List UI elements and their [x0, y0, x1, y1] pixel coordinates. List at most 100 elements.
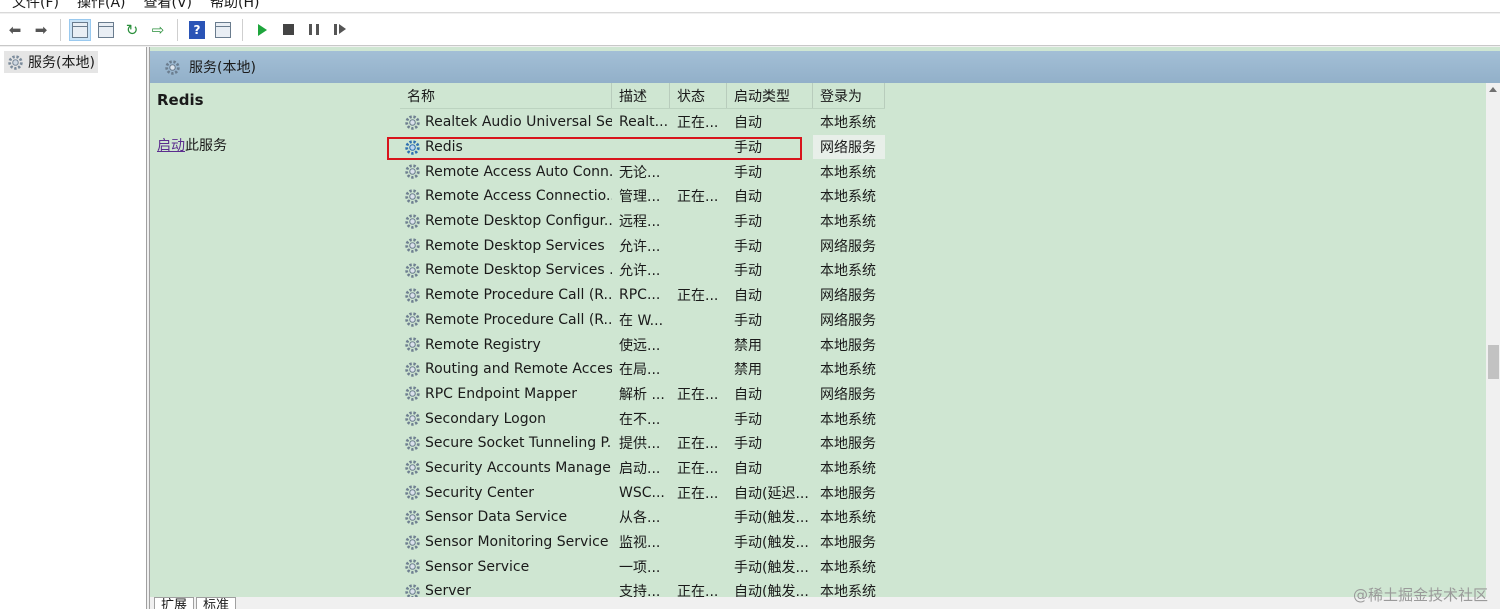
table-row[interactable]: Remote Registry 使远... 禁用 本地服务 — [400, 332, 885, 357]
show-hide-pane-icon[interactable] — [212, 19, 234, 41]
column-header-description[interactable]: 描述 — [612, 83, 670, 108]
table-row[interactable]: Security Accounts Manager 启动... 正在... 自动 本地系… — [400, 456, 885, 481]
properties-icon[interactable] — [95, 19, 117, 41]
resume-service-icon[interactable] — [329, 19, 351, 41]
table-row[interactable]: Routing and Remote Access 在局... 禁用 本地系统 — [400, 357, 885, 382]
column-header-name[interactable]: 名称 — [400, 83, 612, 108]
cell-status: 正在... — [677, 115, 719, 132]
cell-description: 监视... — [619, 535, 661, 552]
cell-status: 正在... — [677, 189, 719, 206]
cell-status: 正在... — [677, 485, 719, 502]
cell-status — [670, 406, 727, 431]
help-icon[interactable]: ? — [186, 19, 208, 41]
column-header-status[interactable]: 状态 — [670, 83, 727, 108]
cell-startup-type: 手动 — [734, 214, 762, 231]
cell-log-on-as: 本地系统 — [820, 263, 876, 280]
table-row[interactable]: Remote Procedure Call (R... 在 W... 手动 网络服务 — [400, 308, 885, 333]
table-row[interactable]: Sensor Monitoring Service 监视... 手动(触发... 本地… — [400, 530, 885, 555]
selected-service-name: Redis — [157, 91, 204, 109]
table-row[interactable]: Remote Desktop Services 允许... 手动 网络服务 — [400, 233, 885, 258]
cell-description: 从各... — [619, 510, 661, 527]
start-service-icon[interactable] — [251, 19, 273, 41]
service-name: Remote Access Auto Conn... — [425, 163, 612, 180]
cell-startup-type: 手动 — [734, 312, 762, 329]
table-row[interactable]: Realtek Audio Universal Se... Realt... 正在.… — [400, 110, 885, 135]
gear-icon — [404, 311, 421, 328]
column-header-startup-type[interactable]: 启动类型 — [727, 83, 813, 108]
gear-icon — [404, 287, 421, 304]
table-row[interactable]: Sensor Data Service 从各... 手动(触发... 本地系统 — [400, 505, 885, 530]
cell-log-on-as: 本地系统 — [820, 411, 876, 428]
cell-status: 正在... — [677, 436, 719, 453]
export-list-icon[interactable]: ⇨ — [147, 19, 169, 41]
cell-startup-type: 手动 — [734, 263, 762, 280]
gear-icon — [404, 558, 421, 575]
column-header-log-on-as[interactable]: 登录为 — [813, 83, 885, 108]
toolbar-separator — [242, 18, 243, 41]
scrollbar-thumb[interactable] — [1488, 345, 1499, 379]
menu-help[interactable]: 帮助(H) — [210, 0, 259, 12]
gear-icon — [404, 188, 421, 205]
service-name: Remote Desktop Configur... — [425, 213, 612, 230]
tab-extended[interactable]: 扩展 — [154, 597, 195, 609]
table-row[interactable]: Remote Desktop Services ... 允许... 手动 本地系统 — [400, 258, 885, 283]
service-name: Secure Socket Tunneling P... — [425, 435, 612, 452]
gear-icon — [404, 163, 421, 180]
table-row[interactable]: Sensor Service 一项... 手动(触发... 本地系统 — [400, 554, 885, 579]
refresh-icon[interactable]: ↻ — [121, 19, 143, 41]
table-row[interactable]: Secure Socket Tunneling P... 提供... 正在... 手动… — [400, 431, 885, 456]
cell-log-on-as: 本地系统 — [820, 115, 876, 132]
cell-description: 解析 ... — [619, 386, 665, 403]
cell-name: Secondary Logon — [400, 406, 612, 431]
menu-file[interactable]: 文件(F) — [12, 0, 59, 12]
start-service-link[interactable]: 启动 — [157, 138, 185, 154]
table-row[interactable]: Remote Access Auto Conn... 无论... 手动 本地系统 — [400, 159, 885, 184]
cell-status — [670, 530, 727, 555]
gear-icon — [164, 59, 181, 76]
table-row[interactable]: Remote Desktop Configur... 远程... 手动 本地系统 — [400, 209, 885, 234]
gear-icon — [404, 262, 421, 279]
tab-standard[interactable]: 标准 — [196, 597, 237, 609]
stop-service-icon[interactable] — [277, 19, 299, 41]
forward-arrow-icon[interactable]: ➡ — [30, 19, 52, 41]
scroll-up-icon[interactable] — [1489, 87, 1497, 92]
cell-startup-type: 手动(触发... — [734, 510, 809, 527]
cell-name: Remote Desktop Services — [400, 233, 612, 258]
cell-description: 允许... — [619, 263, 661, 280]
table-row[interactable]: Secondary Logon 在不... 手动 本地系统 — [400, 406, 885, 431]
cell-name: Security Accounts Manager — [400, 456, 612, 481]
cell-log-on-as: 网络服务 — [820, 288, 876, 305]
tree-item-services-local[interactable]: 服务(本地) — [4, 51, 98, 73]
table-row[interactable]: Server 支持... 正在... 自动(触发... 本地系统 — [400, 579, 885, 597]
cell-log-on-as: 本地系统 — [820, 362, 876, 379]
cell-name: Routing and Remote Access — [400, 357, 612, 382]
cell-log-on-as: 网络服务 — [820, 386, 876, 403]
console-tree-icon[interactable] — [69, 18, 91, 41]
table-row[interactable]: Remote Access Connectio... 管理... 正在... 自动 本地… — [400, 184, 885, 209]
cell-description: RPC... — [619, 287, 661, 304]
menu-view[interactable]: 查看(V) — [144, 0, 193, 12]
pause-service-icon[interactable] — [303, 19, 325, 41]
table-row[interactable]: Redis 手动 网络服务 — [400, 134, 885, 160]
menu-action[interactable]: 操作(A) — [77, 0, 126, 12]
cell-name: Remote Desktop Services ... — [400, 258, 612, 283]
gear-icon — [404, 534, 421, 551]
table-row[interactable]: RPC Endpoint Mapper 解析 ... 正在... 自动 网络服务 — [400, 382, 885, 407]
service-name: Security Accounts Manager — [425, 459, 612, 476]
gear-icon — [404, 114, 421, 131]
toolbar-separator — [177, 18, 178, 41]
gear-icon — [7, 54, 24, 71]
cell-log-on-as: 本地系统 — [820, 584, 876, 597]
cell-startup-type: 自动 — [734, 189, 762, 206]
table-row[interactable]: Security Center WSC... 正在... 自动(延迟... 本地服务 — [400, 480, 885, 505]
gear-icon — [404, 213, 421, 230]
back-arrow-icon[interactable]: ⬅ — [4, 19, 26, 41]
cell-name: Remote Procedure Call (R... — [400, 283, 612, 308]
service-name: Redis — [425, 139, 463, 156]
service-name: Remote Desktop Services ... — [425, 262, 612, 279]
cell-description: 管理... — [619, 189, 661, 206]
vertical-scrollbar[interactable] — [1486, 83, 1500, 597]
cell-startup-type: 手动 — [734, 140, 762, 157]
cell-description: 提供... — [619, 436, 661, 453]
table-row[interactable]: Remote Procedure Call (R... RPC... 正在... 自动… — [400, 283, 885, 308]
